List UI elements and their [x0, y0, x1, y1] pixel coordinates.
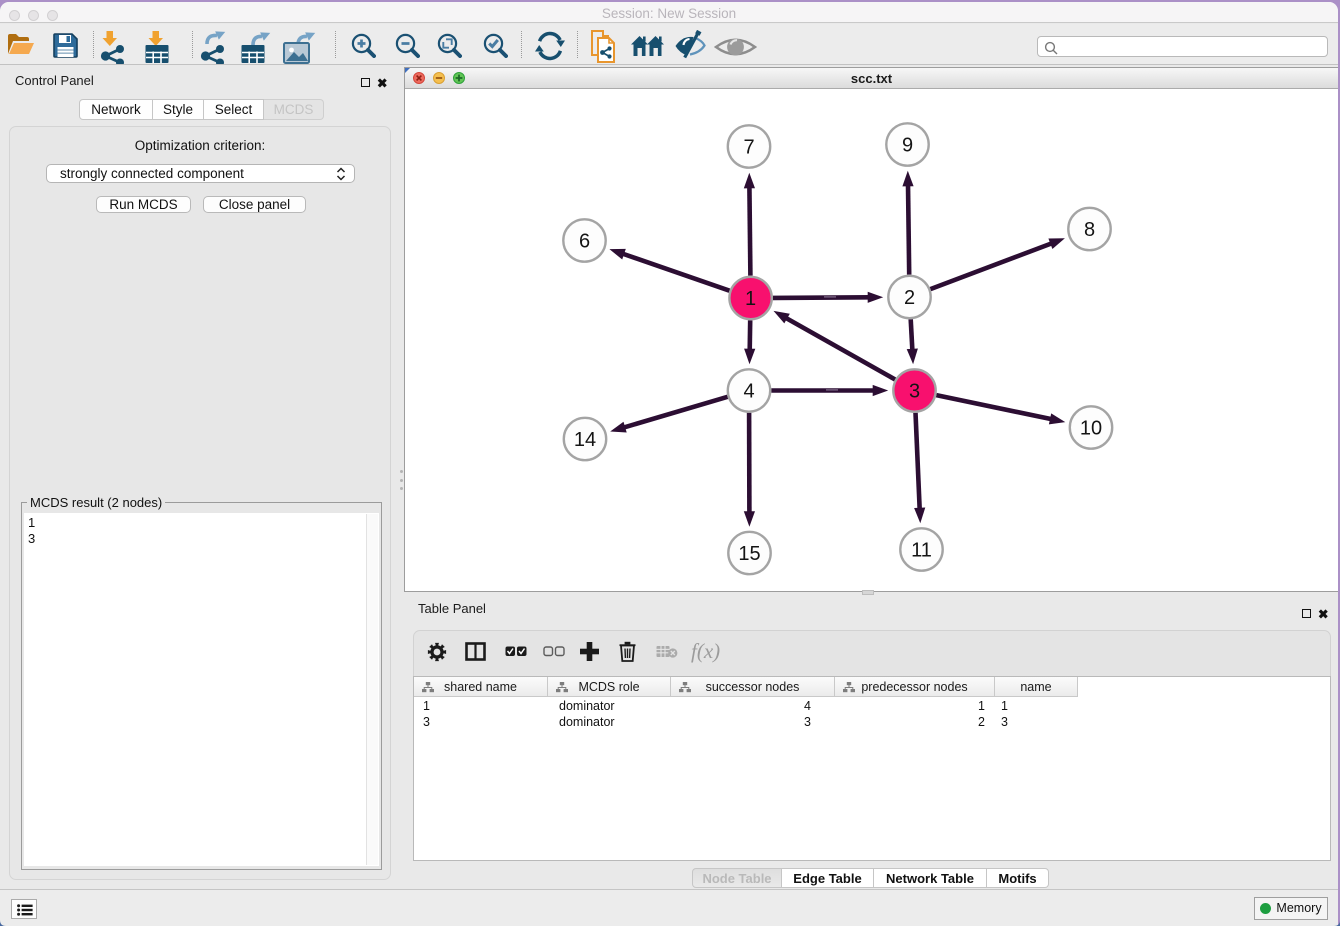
svg-text:3: 3: [909, 381, 920, 403]
svg-text:4: 4: [743, 381, 754, 403]
svg-text:14: 14: [574, 429, 596, 451]
svg-text:7: 7: [743, 137, 754, 159]
svg-text:10: 10: [1080, 418, 1102, 440]
svg-text:9: 9: [902, 135, 913, 157]
svg-text:6: 6: [579, 231, 590, 253]
svg-text:1: 1: [745, 288, 756, 310]
svg-text:15: 15: [738, 543, 760, 565]
svg-text:8: 8: [1084, 219, 1095, 241]
svg-text:2: 2: [904, 287, 915, 309]
svg-text:11: 11: [911, 540, 932, 562]
